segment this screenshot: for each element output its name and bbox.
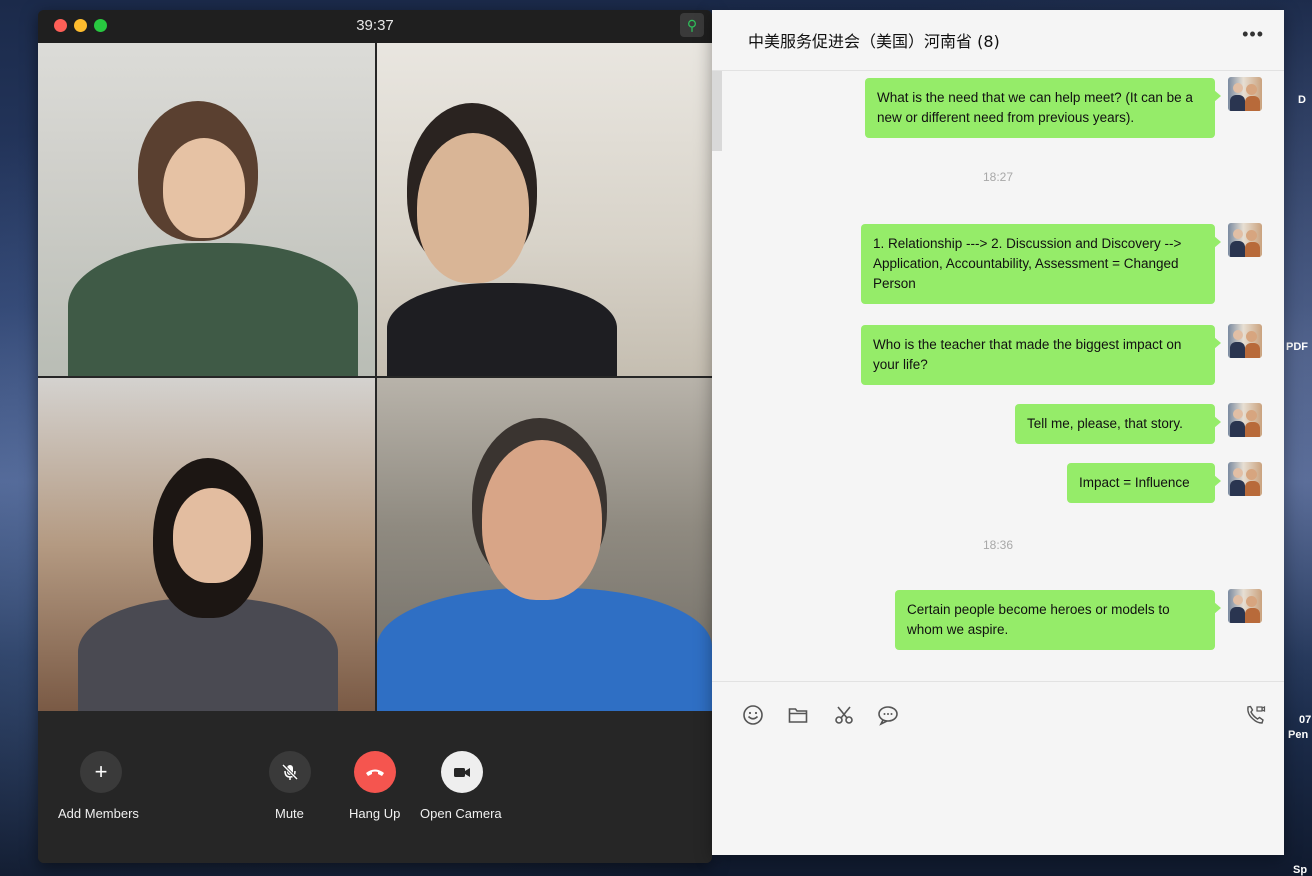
message-bubble[interactable]: Impact = Influence bbox=[1067, 463, 1221, 503]
message-bubble[interactable]: Who is the teacher that made the biggest… bbox=[861, 325, 1221, 385]
avatar[interactable] bbox=[1228, 324, 1262, 358]
participant-video-1[interactable] bbox=[38, 43, 375, 376]
folder-icon[interactable] bbox=[785, 702, 811, 728]
mute-label: Mute bbox=[275, 806, 304, 821]
participant-video-4[interactable] bbox=[377, 378, 712, 711]
hang-up-button[interactable] bbox=[354, 751, 396, 793]
avatar[interactable] bbox=[1228, 403, 1262, 437]
phone-hang-up-icon bbox=[366, 769, 384, 776]
more-options-icon[interactable]: ••• bbox=[1242, 24, 1264, 45]
call-timer: 39:37 bbox=[356, 17, 394, 34]
group-chat-panel: 中美服务促进会（美国）河南省 (8) ••• What is the need … bbox=[712, 10, 1284, 855]
call-titlebar: 39:37 ⚲ bbox=[38, 10, 712, 43]
mute-button[interactable] bbox=[269, 751, 311, 793]
open-camera-button[interactable] bbox=[441, 751, 483, 793]
message-input-area[interactable] bbox=[712, 681, 1284, 856]
desktop-label: Sp bbox=[1293, 864, 1308, 876]
chat-header: 中美服务促进会（美国）河南省 (8) ••• bbox=[712, 10, 1284, 71]
desktop-label: 07 bbox=[1299, 714, 1312, 726]
participant-video-2[interactable] bbox=[377, 43, 712, 376]
add-members-button[interactable]: + bbox=[80, 751, 122, 793]
chat-bubble-icon[interactable] bbox=[875, 702, 901, 728]
desktop-label: D bbox=[1298, 94, 1306, 106]
microphone-off-icon bbox=[281, 763, 299, 781]
pin-icon[interactable]: ⚲ bbox=[680, 13, 704, 37]
add-members-label: Add Members bbox=[58, 806, 139, 821]
message-bubble[interactable]: Tell me, please, that story. bbox=[1015, 404, 1221, 444]
message-bubble[interactable]: 1. Relationship ---> 2. Discussion and D… bbox=[861, 224, 1221, 304]
chat-title: 中美服务促进会（美国）河南省 (8) bbox=[748, 32, 1000, 51]
camera-icon bbox=[454, 768, 470, 777]
avatar[interactable] bbox=[1228, 77, 1262, 111]
video-grid bbox=[38, 43, 712, 711]
phone-video-icon[interactable] bbox=[1242, 702, 1268, 728]
plus-icon: + bbox=[94, 759, 108, 784]
message-bubble[interactable]: What is the need that we can help meet? … bbox=[865, 78, 1221, 138]
message-bubble[interactable]: Certain people become heroes or models t… bbox=[895, 590, 1221, 650]
message-list[interactable]: What is the need that we can help meet? … bbox=[712, 71, 1284, 681]
scissors-icon[interactable] bbox=[831, 702, 857, 728]
desktop-label: Pen bbox=[1288, 729, 1309, 741]
message-timestamp: 18:36 bbox=[982, 538, 1014, 552]
avatar[interactable] bbox=[1228, 589, 1262, 623]
call-controls: + Add Members Mute Hang Up Open Camera bbox=[38, 711, 712, 863]
video-call-window: 39:37 ⚲ + Add Members Mute Hang Up Open … bbox=[38, 10, 712, 863]
hang-up-label: Hang Up bbox=[349, 806, 401, 821]
message-timestamp: 18:27 bbox=[982, 170, 1014, 184]
desktop-label: PDF bbox=[1286, 341, 1308, 353]
emoji-icon[interactable] bbox=[740, 702, 766, 728]
participant-video-3[interactable] bbox=[38, 378, 375, 711]
avatar[interactable] bbox=[1228, 462, 1262, 496]
open-camera-label: Open Camera bbox=[420, 806, 502, 821]
avatar[interactable] bbox=[1228, 223, 1262, 257]
